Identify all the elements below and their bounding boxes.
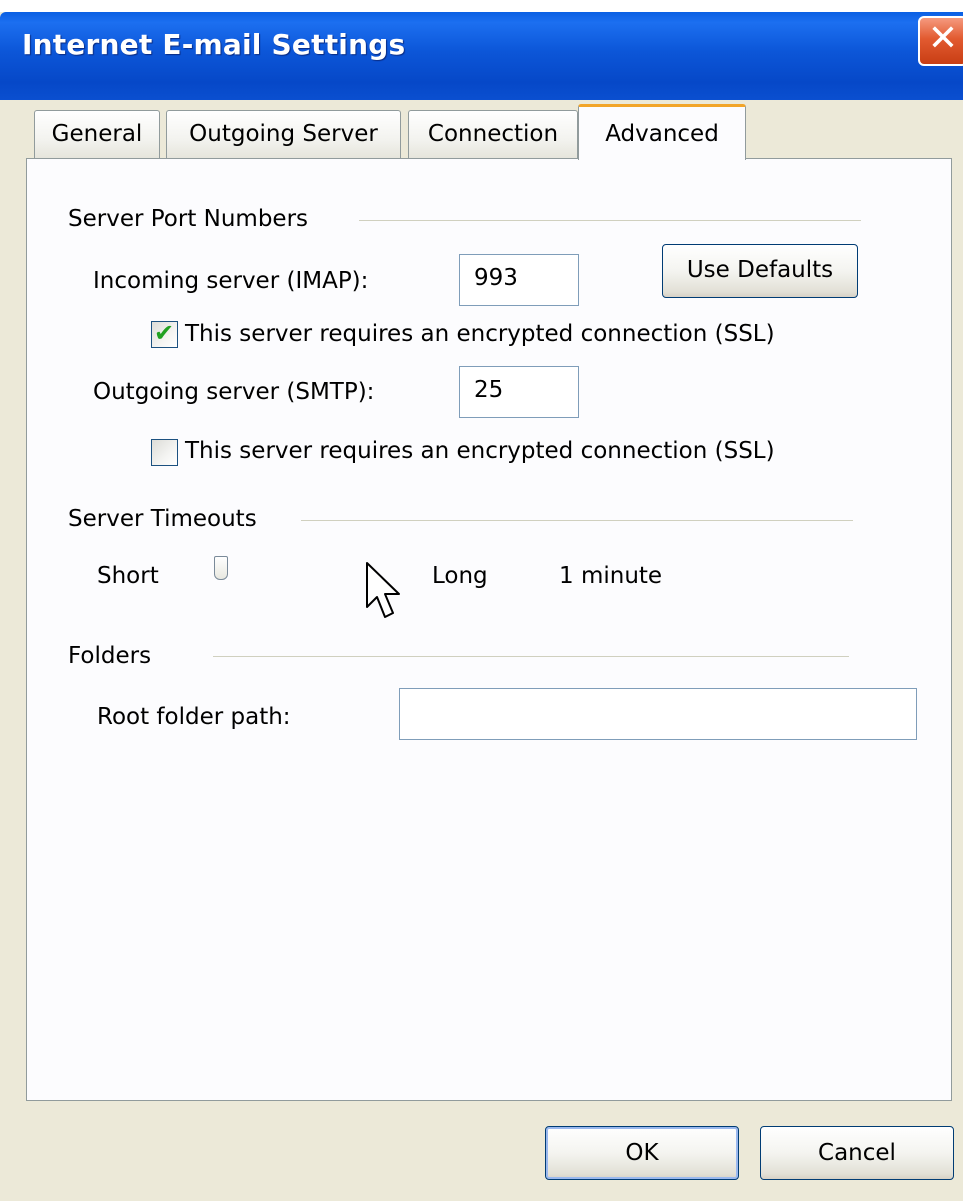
timeout-short-label: Short bbox=[97, 563, 159, 589]
group-divider bbox=[301, 520, 853, 521]
window-top-edge bbox=[0, 0, 963, 12]
outgoing-ssl-checkbox[interactable] bbox=[151, 439, 178, 466]
outgoing-port-input[interactable]: 25 bbox=[459, 366, 579, 418]
tab-advanced[interactable]: Advanced bbox=[578, 104, 746, 160]
server-timeouts-group-label: Server Timeouts bbox=[68, 506, 257, 532]
root-folder-path-label: Root folder path: bbox=[97, 704, 291, 730]
server-port-numbers-group-label: Server Port Numbers bbox=[68, 206, 309, 232]
incoming-ssl-label: This server requires an encrypted connec… bbox=[185, 321, 775, 347]
timeout-value-label: 1 minute bbox=[559, 563, 663, 589]
window-title: Internet E-mail Settings bbox=[22, 28, 406, 61]
tab-general[interactable]: General bbox=[34, 110, 160, 158]
mouse-pointer-icon bbox=[366, 562, 400, 618]
ok-button[interactable]: OK bbox=[545, 1126, 739, 1180]
group-divider bbox=[213, 656, 849, 657]
outgoing-server-label: Outgoing server (SMTP): bbox=[93, 379, 375, 405]
incoming-ssl-checkbox[interactable]: ✔ bbox=[151, 319, 178, 348]
outgoing-ssl-label: This server requires an encrypted connec… bbox=[185, 438, 775, 464]
group-divider bbox=[359, 220, 861, 221]
use-defaults-button[interactable]: Use Defaults bbox=[662, 244, 858, 298]
folders-group-label: Folders bbox=[68, 643, 152, 669]
checkmark-icon: ✔ bbox=[154, 319, 175, 347]
timeout-long-label: Long bbox=[432, 563, 488, 589]
advanced-tab-panel: Server Port Numbers Incoming server (IMA… bbox=[26, 158, 952, 1101]
title-bar[interactable]: Internet E-mail Settings bbox=[0, 12, 963, 100]
incoming-server-label: Incoming server (IMAP): bbox=[93, 268, 369, 294]
close-icon[interactable]: ✕ bbox=[918, 16, 963, 66]
timeout-slider-thumb[interactable] bbox=[213, 556, 228, 580]
root-folder-path-input[interactable] bbox=[399, 688, 917, 740]
cancel-button[interactable]: Cancel bbox=[760, 1126, 954, 1180]
tab-connection[interactable]: Connection bbox=[408, 110, 578, 158]
tab-outgoing-server[interactable]: Outgoing Server bbox=[166, 110, 401, 158]
incoming-port-input[interactable]: 993 bbox=[459, 254, 579, 306]
